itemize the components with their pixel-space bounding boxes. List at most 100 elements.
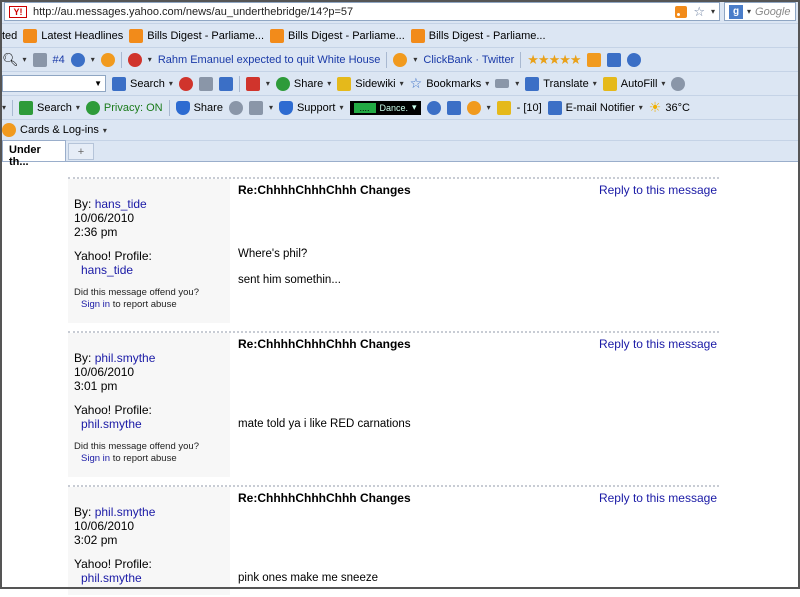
alerts-count[interactable]: - [10]: [517, 102, 542, 114]
tab-active[interactable]: Under th...: [2, 140, 66, 168]
link-dropdown-icon[interactable]: ▾: [91, 55, 95, 64]
rss-icon: [410, 28, 425, 43]
facebook-icon[interactable]: [606, 52, 621, 67]
rating-stars-icon[interactable]: ★★★★★: [527, 52, 581, 68]
address-bar[interactable]: Y! http://au.messages.yahoo.com/news/au_…: [4, 2, 720, 21]
reply-link[interactable]: Reply to this message: [599, 183, 717, 197]
pagerank-icon[interactable]: [178, 76, 193, 91]
reply-link[interactable]: Reply to this message: [599, 491, 717, 505]
toolbar-share-button[interactable]: Share ▾: [275, 76, 331, 91]
bookmark-item[interactable]: Bills Digest - Parliame...: [270, 28, 405, 43]
rank-badge[interactable]: #4: [53, 54, 65, 66]
profile-link[interactable]: phil.smythe: [74, 571, 224, 585]
separator: [238, 75, 240, 92]
sign-in-link[interactable]: Sign in: [74, 453, 110, 464]
rss-icon: [270, 28, 285, 43]
bookmark-item[interactable]: Latest Headlines: [23, 28, 123, 43]
profile-link[interactable]: hans_tide: [74, 263, 224, 277]
chat-dropdown-icon[interactable]: ▾: [487, 103, 491, 112]
radio-station[interactable]: ....: [353, 102, 376, 113]
email-icon: [547, 100, 562, 115]
home-icon[interactable]: [198, 76, 213, 91]
blank-page-icon[interactable]: [495, 79, 510, 88]
bookmarks-button[interactable]: ☆ Bookmarks ▾: [410, 75, 490, 92]
bookmark-item[interactable]: ted: [2, 30, 17, 42]
page-dropdown-icon[interactable]: ▾: [515, 79, 519, 88]
wrench-icon[interactable]: [671, 76, 686, 91]
rss-feed-icon[interactable]: [675, 5, 688, 18]
plus-icon[interactable]: [218, 76, 233, 91]
bookmarks-star-icon: ☆: [409, 75, 423, 91]
camera-icon[interactable]: [248, 100, 263, 115]
autofill-button[interactable]: AutoFill ▾: [602, 76, 665, 91]
community-search-button[interactable]: Search ▾: [19, 100, 80, 115]
post-body: Where's phil? sent him somethin...: [238, 247, 341, 299]
gmail-icon[interactable]: [245, 76, 260, 91]
community-share-button[interactable]: Share: [175, 100, 223, 115]
post-body: pink ones make me sneeze: [238, 571, 378, 597]
radio-genre[interactable]: Dance.: [380, 103, 409, 113]
camera-dropdown-icon[interactable]: ▾: [269, 103, 273, 112]
separator: [520, 51, 522, 68]
rss-icon: [23, 28, 38, 43]
toolbar-options-icon[interactable]: ▾: [2, 103, 6, 112]
post-author-column: By: hans_tide 10/06/2010 2:36 pm Yahoo! …: [68, 179, 230, 323]
translate-icon: [525, 76, 540, 91]
clock-icon[interactable]: [100, 52, 115, 67]
weather-button[interactable]: ☀ 36°C: [649, 99, 690, 116]
tab-bar: Under th... +: [0, 140, 800, 168]
clickbank-icon[interactable]: [393, 52, 408, 67]
author-link[interactable]: phil.smythe: [95, 505, 156, 519]
news-dropdown-icon[interactable]: ▾: [148, 55, 152, 64]
sign-in-link[interactable]: Sign in: [74, 299, 110, 310]
link-icon[interactable]: [70, 52, 85, 67]
clickbank-link[interactable]: ClickBank · Twitter: [423, 54, 514, 66]
reply-link[interactable]: Reply to this message: [599, 337, 717, 351]
sidewiki-button[interactable]: Sidewiki ▾: [337, 76, 404, 91]
headline-link[interactable]: Rahm Emanuel expected to quit White Hous…: [158, 54, 381, 66]
post-time: 2:36 pm: [74, 225, 118, 239]
radio-player[interactable]: .... Dance. ▾: [349, 100, 421, 115]
author-link[interactable]: phil.smythe: [95, 351, 156, 365]
magnifier-button[interactable]: 🔍︎ ▾: [2, 52, 27, 68]
clickbank-dropdown-icon[interactable]: ▾: [413, 55, 417, 64]
new-tab-button[interactable]: +: [68, 143, 94, 160]
search-box[interactable]: g ▾ Google: [724, 2, 796, 21]
translate-button[interactable]: Translate ▾: [525, 76, 597, 91]
abuse-notice: Did this message offend you? Sign in to …: [74, 287, 224, 311]
privacy-toggle[interactable]: Privacy: ON: [85, 100, 163, 115]
url-dropdown-icon[interactable]: ▾: [711, 7, 715, 16]
bookmark-item[interactable]: Bills Digest - Parliame...: [129, 28, 264, 43]
cards-logins-button[interactable]: Cards & Log-ins ▾: [2, 123, 107, 137]
soccer-ball-icon[interactable]: [228, 100, 243, 115]
toolbar-search-button[interactable]: Search ▾: [112, 76, 173, 91]
stats-bars-icon[interactable]: [32, 52, 47, 67]
notes-icon[interactable]: [586, 52, 601, 67]
post-author-column: By: phil.smythe 10/06/2010 3:02 pm Yahoo…: [68, 487, 230, 595]
engine-dropdown-icon[interactable]: ▾: [747, 7, 751, 16]
report-text: to report abuse: [112, 299, 177, 310]
profile-link[interactable]: phil.smythe: [74, 417, 224, 431]
google-engine-icon[interactable]: g: [729, 4, 743, 19]
author-link[interactable]: hans_tide: [95, 197, 147, 211]
add-icon[interactable]: [446, 100, 461, 115]
flame-icon[interactable]: [127, 52, 142, 67]
gmail-dropdown-icon[interactable]: ▾: [266, 79, 270, 88]
toolbar-search-dropdown[interactable]: ▼: [2, 75, 106, 92]
email-notifier-button[interactable]: E-mail Notifier ▾: [547, 100, 643, 115]
twitter-icon[interactable]: [626, 52, 641, 67]
url-text[interactable]: http://au.messages.yahoo.com/news/au_und…: [33, 6, 669, 18]
abuse-question: Did this message offend you?: [74, 287, 199, 298]
bookmark-item[interactable]: Bills Digest - Parliame...: [410, 28, 546, 43]
post-body-line: Where's phil?: [238, 248, 308, 260]
bookmark-star-icon[interactable]: ☆: [693, 4, 705, 20]
post-message-column: Re:ChhhhChhhChhh Changes Reply to this m…: [230, 487, 719, 595]
support-button[interactable]: Support ▾: [278, 100, 344, 115]
chat-icon[interactable]: [466, 100, 481, 115]
privacy-icon: [85, 100, 100, 115]
profile-label: Yahoo! Profile:: [74, 557, 152, 571]
report-text: to report abuse: [112, 453, 177, 464]
page-content: By: hans_tide 10/06/2010 2:36 pm Yahoo! …: [0, 165, 800, 595]
alert-icon[interactable]: [496, 100, 511, 115]
globe-icon[interactable]: [426, 100, 441, 115]
